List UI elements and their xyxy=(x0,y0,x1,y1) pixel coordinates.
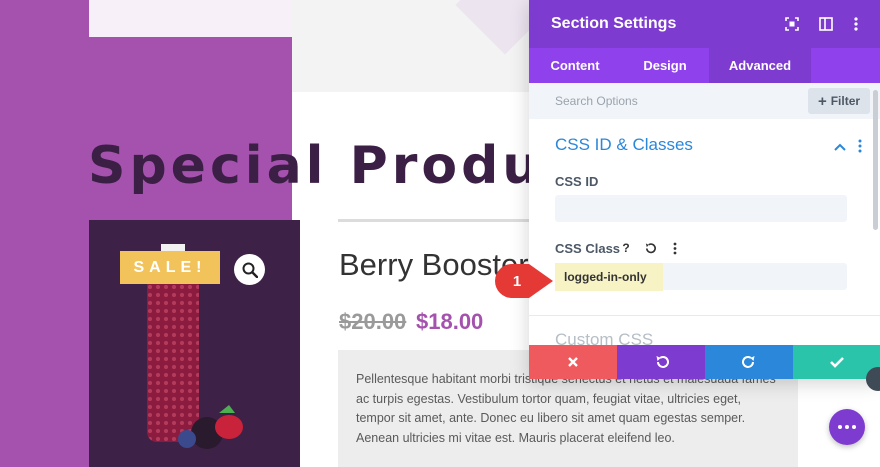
page-top-strip xyxy=(89,0,292,37)
discard-button[interactable] xyxy=(529,345,617,379)
sale-badge: SALE! xyxy=(120,251,220,284)
undo-button[interactable] xyxy=(617,345,705,379)
chevron-up-icon[interactable] xyxy=(834,139,846,157)
sale-price: $18.00 xyxy=(416,309,484,334)
more-actions-button[interactable] xyxy=(829,409,865,445)
filter-label: Filter xyxy=(830,94,861,108)
panel-header[interactable]: Section Settings xyxy=(529,0,880,48)
tab-design[interactable]: Design xyxy=(621,48,709,83)
resize-handle[interactable] xyxy=(866,367,880,391)
title-divider xyxy=(338,219,538,222)
panel-action-bar xyxy=(529,345,880,379)
panel-title: Section Settings xyxy=(551,15,677,32)
section-divider xyxy=(529,315,880,316)
panel-scrollbar[interactable] xyxy=(873,90,878,230)
product-image-card[interactable]: SALE! xyxy=(89,220,300,467)
ellipsis-icon xyxy=(838,425,856,429)
section-settings-panel: Section Settings Content Design Advanced… xyxy=(529,0,880,379)
reset-icon[interactable] xyxy=(642,240,658,256)
css-id-label: CSS ID xyxy=(555,174,599,189)
zoom-button[interactable] xyxy=(234,254,265,285)
split-view-icon[interactable] xyxy=(817,15,835,33)
berries-image xyxy=(178,405,243,449)
old-price: $20.00 xyxy=(339,309,407,334)
css-id-field[interactable] xyxy=(555,195,847,222)
fullscreen-icon[interactable] xyxy=(783,15,801,33)
product-description: Pellentesque habitant morbi tristique se… xyxy=(356,372,776,445)
tab-content[interactable]: Content xyxy=(529,48,621,83)
search-icon xyxy=(242,262,258,278)
section-options-icon[interactable] xyxy=(858,139,862,158)
redo-icon xyxy=(741,356,754,368)
settings-tabs: Content Design Advanced xyxy=(529,48,880,83)
help-icon[interactable]: ? xyxy=(618,240,634,256)
section-title-css-id-classes[interactable]: CSS ID & Classes xyxy=(555,135,693,155)
plus-icon: + xyxy=(817,92,827,110)
search-options-bar[interactable]: Search Options + Filter xyxy=(529,83,880,119)
more-options-icon[interactable] xyxy=(847,15,865,33)
annotation-number: 1 xyxy=(512,272,522,290)
annotation-callout: 1 xyxy=(495,264,553,298)
field-options-icon[interactable] xyxy=(667,240,683,256)
css-class-label: CSS Class xyxy=(555,241,621,256)
redo-button[interactable] xyxy=(705,345,793,379)
check-icon xyxy=(829,357,844,368)
css-class-value[interactable]: logged-in-only xyxy=(555,263,663,291)
filter-button[interactable]: + Filter xyxy=(808,88,870,114)
tab-advanced[interactable]: Advanced xyxy=(709,48,811,83)
search-options-input[interactable]: Search Options xyxy=(555,94,638,108)
close-icon xyxy=(568,357,578,367)
undo-icon xyxy=(656,356,669,368)
